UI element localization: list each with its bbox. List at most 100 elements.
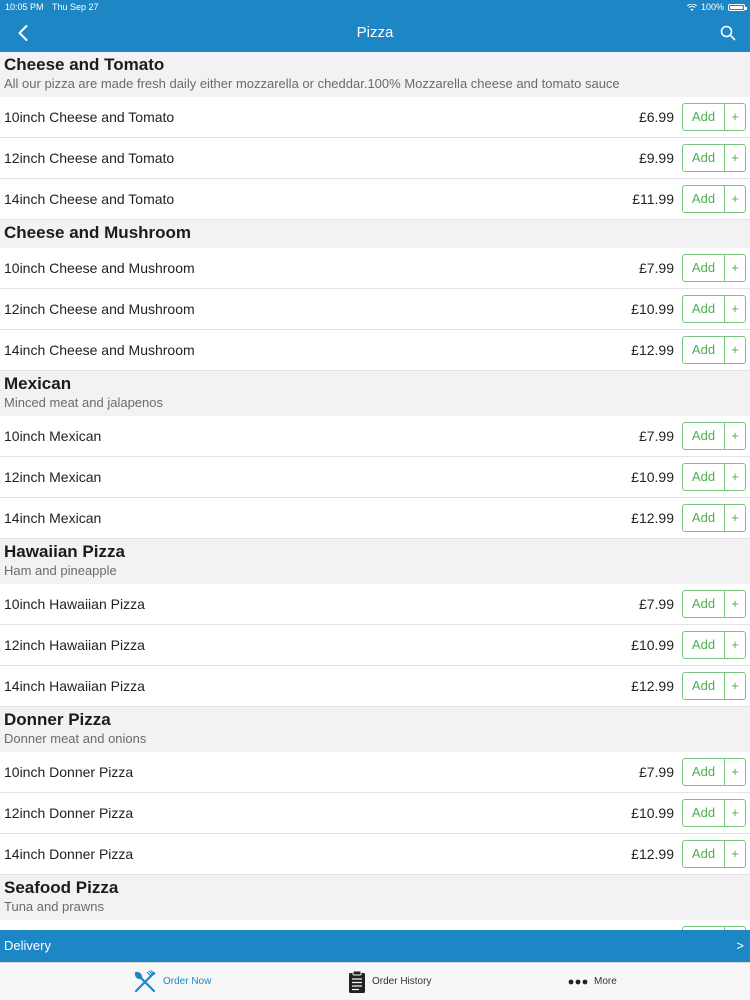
add-button[interactable]: Add + — [682, 840, 746, 868]
add-button[interactable]: Add + — [682, 336, 746, 364]
tab-more[interactable]: More — [568, 963, 617, 1000]
section-title: Donner Pizza — [4, 710, 111, 729]
item-name: 10inch Hawaiian Pizza — [4, 596, 145, 612]
section-description: Tuna and prawns — [4, 899, 104, 914]
item-price: £10.99 — [631, 301, 674, 317]
menu-item-row[interactable]: 12inch Mexican £10.99 Add + — [0, 457, 750, 498]
add-button[interactable]: Add + — [682, 758, 746, 786]
add-label: Add — [691, 637, 716, 652]
add-label: Add — [691, 260, 716, 275]
add-button[interactable]: Add + — [682, 672, 746, 700]
item-price: £7.99 — [638, 596, 674, 612]
plus-icon: + — [724, 505, 745, 531]
item-name: 12inch Cheese and Tomato — [4, 150, 175, 166]
menu-item-row[interactable]: 14inch Cheese and Tomato £11.99 Add + — [0, 179, 750, 220]
item-price: £11.99 — [632, 191, 674, 207]
delivery-arrow-icon: > — [736, 938, 744, 953]
item-name: 14inch Cheese and Tomato — [4, 191, 175, 207]
item-price: £7.99 — [638, 764, 674, 780]
plus-icon: + — [724, 423, 745, 449]
tab-order-now[interactable]: Order Now — [133, 963, 211, 1000]
plus-icon: + — [724, 591, 745, 617]
menu-item-row[interactable]: 10inch Cheese and Tomato £6.99 Add + — [0, 97, 750, 138]
status-bar: 10:05 PM Thu Sep 27 100% — [0, 0, 750, 14]
plus-icon: + — [724, 759, 745, 785]
delivery-label: Delivery — [4, 938, 51, 953]
add-label: Add — [691, 596, 716, 611]
status-right: 100% — [686, 0, 747, 14]
item-price: £7.99 — [638, 260, 674, 276]
clipboard-icon — [349, 970, 365, 993]
tab-label: More — [594, 976, 617, 987]
section-description: Donner meat and onions — [4, 731, 147, 746]
menu-item-row[interactable]: 10inch Hawaiian Pizza £7.99 Add + — [0, 584, 750, 625]
item-price: £10.99 — [631, 637, 674, 653]
item-price: £10.99 — [631, 805, 674, 821]
item-name: 14inch Mexican — [4, 510, 102, 526]
status-time: 10:05 PM — [5, 2, 44, 12]
section-description: Minced meat and jalapenos — [4, 395, 163, 410]
add-button[interactable]: Add + — [682, 799, 746, 827]
menu-item-row[interactable]: 12inch Donner Pizza £10.99 Add + — [0, 793, 750, 834]
add-button[interactable]: Add + — [682, 463, 746, 491]
item-name: 10inch Donner Pizza — [4, 764, 134, 780]
menu-item-row[interactable]: 12inch Cheese and Tomato £9.99 Add + — [0, 138, 750, 179]
add-button[interactable]: Add + — [682, 103, 746, 131]
menu-item-row[interactable]: 12inch Cheese and Mushroom £10.99 Add + — [0, 289, 750, 330]
plus-icon: + — [724, 255, 745, 281]
item-name: 12inch Hawaiian Pizza — [4, 637, 145, 653]
search-icon[interactable] — [720, 25, 736, 41]
plus-icon: + — [724, 337, 745, 363]
add-button[interactable]: Add + — [682, 254, 746, 282]
item-name: 10inch Mexican — [4, 428, 102, 444]
menu-list[interactable]: Cheese and Tomato All our pizza are made … — [0, 52, 750, 930]
item-name: 10inch Cheese and Tomato — [4, 109, 175, 125]
menu-item-row[interactable]: 14inch Hawaiian Pizza £12.99 Add + — [0, 666, 750, 707]
menu-item-row[interactable]: 10inch Cheese and Mushroom £7.99 Add + — [0, 248, 750, 289]
item-name: 10inch Seafood Pizza — [4, 920, 139, 930]
section-header: Hawaiian Pizza Ham and pineapple — [0, 539, 750, 584]
section-header: Donner Pizza Donner meat and onions — [0, 707, 750, 752]
status-date: Thu Sep 27 — [52, 2, 99, 12]
menu-item-row[interactable]: 14inch Cheese and Mushroom £12.99 Add + — [0, 330, 750, 371]
menu-item-row[interactable]: 12inch Hawaiian Pizza £10.99 Add + — [0, 625, 750, 666]
more-dots-icon — [568, 979, 588, 984]
add-label: Add — [691, 301, 716, 316]
add-label: Add — [691, 342, 716, 357]
add-button[interactable]: Add + — [682, 422, 746, 450]
add-button[interactable]: Add + — [682, 295, 746, 323]
add-label: Add — [691, 805, 716, 820]
item-name: 14inch Donner Pizza — [4, 846, 134, 862]
menu-item-row[interactable]: 10inch Mexican £7.99 Add + — [0, 416, 750, 457]
add-button[interactable]: Add + — [682, 504, 746, 532]
section-header: Cheese and Mushroom — [0, 220, 750, 248]
menu-item-row[interactable]: 14inch Donner Pizza £12.99 Add + — [0, 834, 750, 875]
tab-label: Order History — [372, 976, 432, 987]
add-button[interactable]: Add + — [682, 590, 746, 618]
add-label: Add — [691, 469, 716, 484]
section-title: Mexican — [4, 374, 72, 393]
section-title: Cheese and Tomato — [4, 55, 165, 74]
item-price: £12.99 — [631, 678, 674, 694]
add-button[interactable]: Add + — [682, 185, 746, 213]
add-label: Add — [691, 109, 716, 124]
add-button[interactable]: Add + — [682, 631, 746, 659]
item-price: £7.99 — [639, 920, 674, 930]
add-button[interactable]: Add + — [682, 144, 746, 172]
menu-item-row[interactable]: 10inch Donner Pizza £7.99 Add + — [0, 752, 750, 793]
plus-icon: + — [724, 841, 745, 867]
plus-icon: + — [724, 800, 745, 826]
plus-icon: + — [724, 464, 745, 490]
plus-icon: + — [724, 632, 745, 658]
tab-order-history[interactable]: Order History — [348, 963, 431, 1000]
section-header: Seafood Pizza Tuna and prawns — [0, 875, 750, 920]
delivery-bar[interactable]: Delivery > — [0, 930, 750, 962]
menu-item-row[interactable]: 10inch Seafood Pizza£7.99Add+ — [0, 920, 750, 930]
item-name: 14inch Hawaiian Pizza — [4, 678, 145, 694]
section-title: Cheese and Mushroom — [4, 223, 192, 242]
item-name: 14inch Cheese and Mushroom — [4, 342, 195, 358]
add-label: Add — [691, 764, 716, 779]
menu-item-row[interactable]: 14inch Mexican £12.99 Add + — [0, 498, 750, 539]
add-label: Add — [691, 510, 716, 525]
plus-icon: + — [724, 145, 745, 171]
